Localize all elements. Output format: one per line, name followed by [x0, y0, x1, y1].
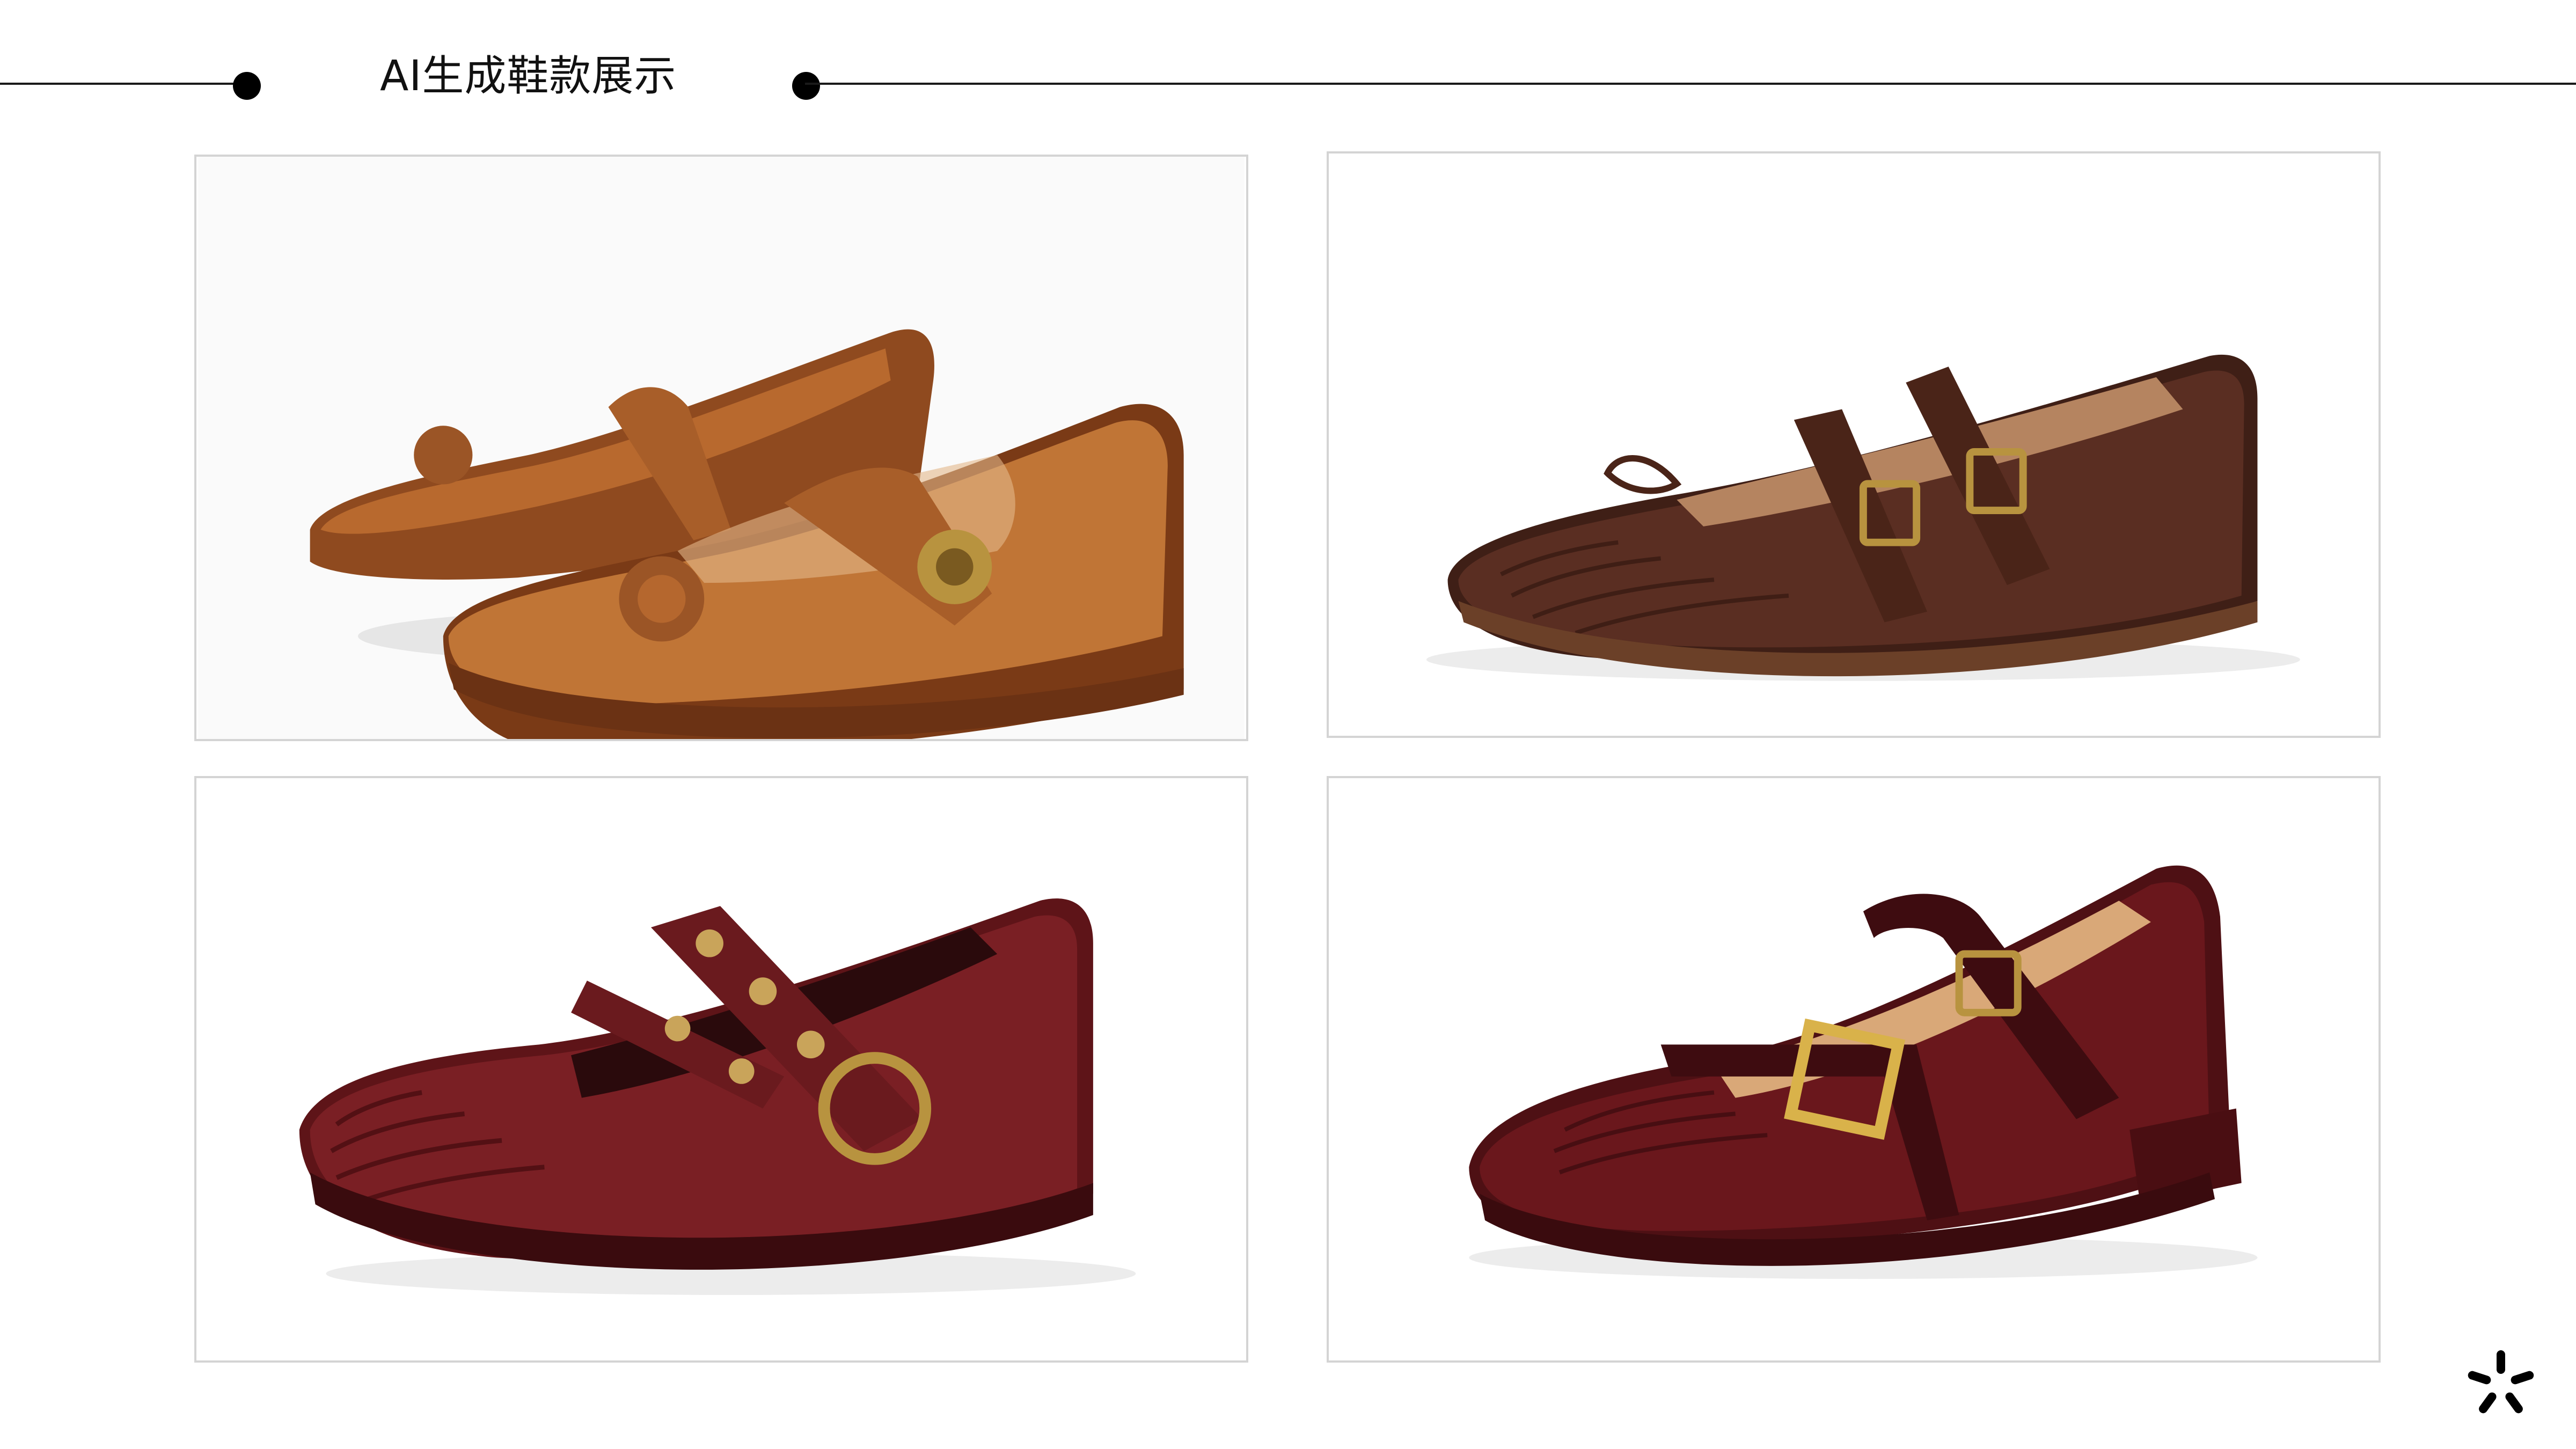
- header-dot-right: [792, 72, 820, 100]
- gallery-image-3[interactable]: [194, 776, 1248, 1363]
- page-title: AI生成鞋款展示: [380, 52, 677, 100]
- dark-brown-shoe-icon: [1330, 153, 2377, 736]
- brand-logo-icon: [2468, 1350, 2534, 1414]
- header-rule-right: [805, 83, 2576, 85]
- oxblood-patent-shoe-icon: [1330, 778, 2377, 1360]
- gallery-image-1[interactable]: [194, 155, 1248, 741]
- burgundy-studded-shoe-icon: [198, 778, 1245, 1360]
- tan-leather-shoe-pair-icon: [198, 157, 1245, 739]
- gallery-image-2[interactable]: [1327, 151, 2381, 738]
- gallery-image-4[interactable]: [1327, 776, 2381, 1363]
- header-rule-left: [0, 83, 246, 85]
- header-dot-left: [233, 72, 261, 100]
